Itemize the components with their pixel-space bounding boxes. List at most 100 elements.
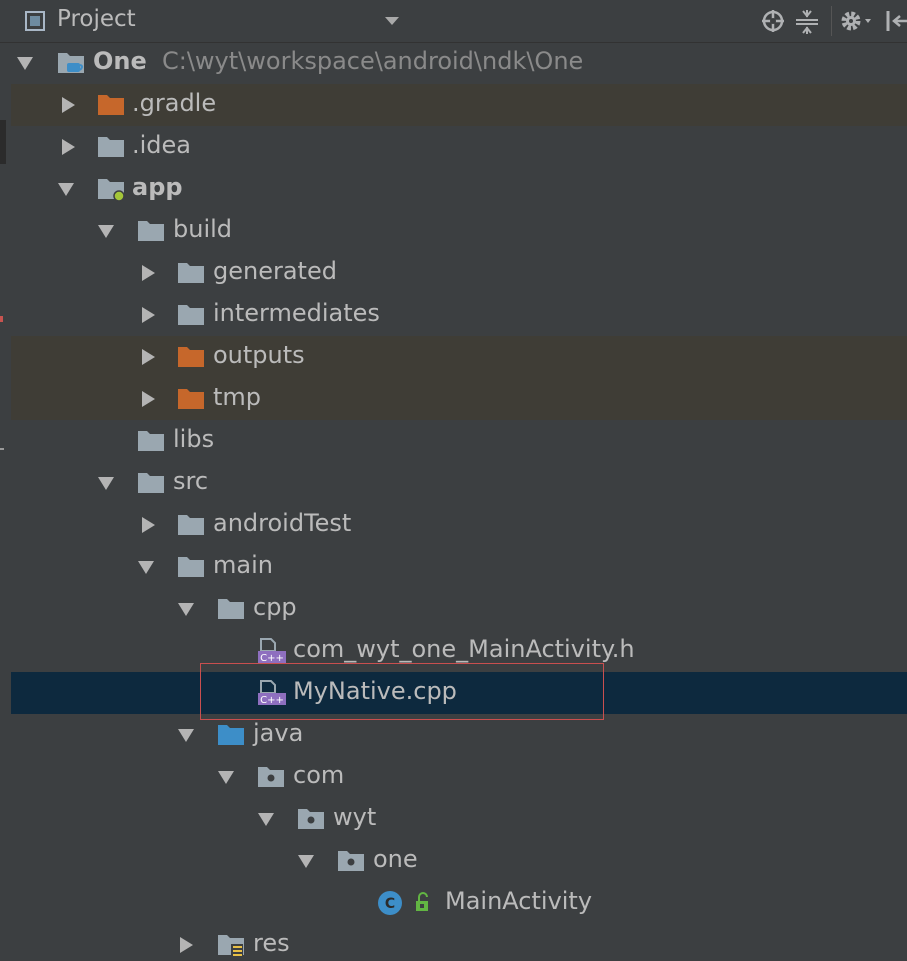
tree-row-mainactivity[interactable]: C MainActivity (11, 882, 907, 924)
tree-label: libs (173, 425, 215, 453)
package-icon (258, 767, 284, 787)
tree-row-src[interactable]: src (11, 462, 907, 504)
collapsed-arrow-icon[interactable] (139, 348, 157, 366)
tree-label: .idea (132, 131, 192, 159)
expanded-arrow-icon[interactable] (16, 54, 34, 72)
toolbar-separator (831, 6, 832, 36)
tree-label: intermediates (213, 299, 380, 327)
folder-icon (138, 473, 164, 493)
tree-row-tmp[interactable]: tmp (11, 378, 907, 420)
expanded-arrow-icon[interactable] (137, 558, 155, 576)
project-view-icon[interactable] (24, 10, 46, 32)
expanded-arrow-icon[interactable] (177, 600, 195, 618)
error-marker (0, 316, 3, 322)
folder-icon (178, 305, 204, 325)
expanded-arrow-icon[interactable] (217, 768, 235, 786)
tree-label: cpp (253, 593, 297, 621)
tree-label: .gradle (132, 89, 217, 117)
project-tool-window: Project One C:\wyt\workspace\android\ndk… (0, 0, 907, 961)
folder-icon (178, 557, 204, 577)
tree-row-one[interactable]: one (11, 840, 907, 882)
settings-gear-icon[interactable] (838, 8, 872, 34)
svg-text:C: C (385, 896, 395, 912)
expanded-arrow-icon[interactable] (257, 810, 275, 828)
package-icon (338, 851, 364, 871)
tree-label: MyNative.cpp (293, 677, 457, 705)
java-class-icon: C (378, 891, 402, 915)
tree-label: androidTest (213, 509, 352, 537)
tree-row-androidtest[interactable]: androidTest (11, 504, 907, 546)
folder-icon (138, 431, 164, 451)
dropdown-arrow-icon[interactable] (384, 16, 400, 26)
tree-row-mynative-selected[interactable]: C++ MyNative.cpp (11, 672, 907, 714)
source-folder-icon (218, 725, 244, 745)
tree-row-wyt[interactable]: wyt (11, 798, 907, 840)
tree-label: tmp (213, 383, 262, 411)
project-header: Project (0, 0, 907, 43)
hide-panel-icon[interactable] (882, 8, 907, 34)
module-folder-icon (98, 179, 125, 202)
module-folder-icon (58, 53, 84, 73)
tree-label: one (373, 845, 418, 873)
folder-icon (218, 599, 244, 619)
excluded-folder-icon (98, 95, 124, 115)
tree-label: com (293, 761, 345, 789)
tree-row-intermediates[interactable]: intermediates (11, 294, 907, 336)
collapsed-arrow-icon[interactable] (139, 516, 157, 534)
tree-row-res[interactable]: res (11, 924, 907, 961)
tree-row-gradle[interactable]: .gradle (11, 84, 907, 126)
strip-dash (0, 448, 4, 450)
expanded-arrow-icon[interactable] (97, 222, 115, 240)
collapsed-arrow-icon[interactable] (139, 306, 157, 324)
left-tool-strip (0, 0, 11, 961)
svg-text:C++: C++ (260, 695, 284, 706)
expanded-arrow-icon[interactable] (297, 852, 315, 870)
expanded-arrow-icon[interactable] (97, 474, 115, 492)
excluded-folder-icon (178, 347, 204, 367)
tree-row-idea[interactable]: .idea (11, 126, 907, 168)
tree-label: com_wyt_one_MainActivity.h (293, 635, 635, 663)
collapse-all-icon[interactable] (794, 8, 820, 34)
tree-row-build[interactable]: build (11, 210, 907, 252)
tree-label: app (132, 173, 183, 201)
tree-row-libs[interactable]: libs (11, 420, 907, 462)
collapsed-arrow-icon[interactable] (139, 390, 157, 408)
folder-icon (138, 221, 164, 241)
expanded-arrow-icon[interactable] (177, 726, 195, 744)
tree-row-root[interactable]: One C:\wyt\workspace\android\ndk\One (11, 42, 907, 84)
excluded-folder-icon (178, 389, 204, 409)
tree-label: outputs (213, 341, 305, 369)
tree-label: src (173, 467, 209, 495)
scroll-from-source-icon[interactable] (760, 8, 786, 34)
collapsed-arrow-icon[interactable] (59, 96, 77, 114)
cpp-source-file-icon: C++ (258, 680, 286, 706)
expanded-arrow-icon[interactable] (57, 180, 75, 198)
package-icon (298, 809, 324, 829)
tree-label-root: One (93, 47, 147, 75)
tree-row-cpp[interactable]: cpp (11, 588, 907, 630)
panel-title[interactable]: Project (57, 6, 136, 32)
folder-icon (98, 137, 124, 157)
cpp-header-file-icon: C++ (258, 638, 286, 664)
strip-marker (0, 120, 6, 164)
tree-label: wyt (333, 803, 377, 831)
tree-row-app[interactable]: app (11, 168, 907, 210)
svg-text:C++: C++ (260, 653, 284, 664)
tree-label: generated (213, 257, 337, 285)
collapsed-arrow-icon[interactable] (177, 936, 195, 954)
tree-label: build (173, 215, 233, 243)
tree-row-generated[interactable]: generated (11, 252, 907, 294)
folder-icon (178, 263, 204, 283)
resource-folder-icon (218, 935, 244, 958)
tree-root-path: C:\wyt\workspace\android\ndk\One (162, 47, 584, 75)
tree-row-outputs[interactable]: outputs (11, 336, 907, 378)
tree-label: main (213, 551, 273, 579)
collapsed-arrow-icon[interactable] (139, 264, 157, 282)
folder-icon (178, 515, 204, 535)
tree-row-header-file[interactable]: C++ com_wyt_one_MainActivity.h (11, 630, 907, 672)
tree-row-com[interactable]: com (11, 756, 907, 798)
public-access-icon (416, 892, 428, 911)
tree-row-main[interactable]: main (11, 546, 907, 588)
tree-row-java[interactable]: java (11, 714, 907, 756)
collapsed-arrow-icon[interactable] (59, 138, 77, 156)
